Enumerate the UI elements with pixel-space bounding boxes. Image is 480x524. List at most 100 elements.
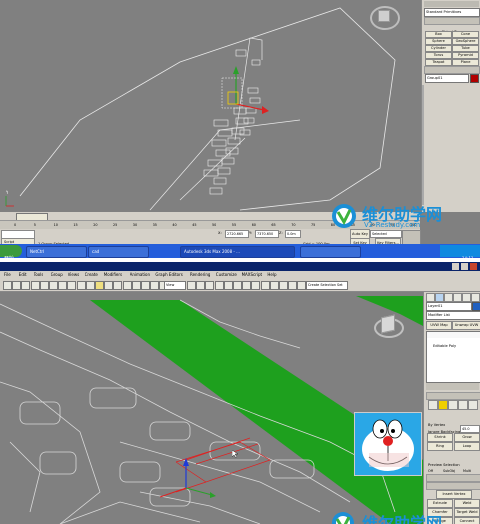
object-name-field[interactable]: Group01 <box>425 74 469 83</box>
shrink-button[interactable]: Shrink <box>427 433 453 442</box>
toolbar-tool-icon[interactable] <box>251 281 261 290</box>
menu-item-graph-editors[interactable]: Graph Editors <box>155 272 182 278</box>
y-coordinate-field[interactable]: 7370.650 <box>255 230 279 238</box>
toolbar-tool-icon[interactable] <box>196 281 206 290</box>
extrude-button[interactable]: Extrude <box>427 499 453 508</box>
preview-subobj-option[interactable]: SubObj <box>443 457 461 473</box>
reference-coord-dropdown[interactable]: View <box>164 281 186 290</box>
toolbar-tool-icon[interactable] <box>39 281 49 290</box>
menu-item-create[interactable]: Create <box>85 272 98 278</box>
weld-button[interactable]: Weld <box>454 499 480 508</box>
autogrid-checkbox[interactable]: AutoGrid <box>434 24 470 40</box>
primitive-button-cylinder[interactable]: Cylinder <box>425 45 452 52</box>
preview-multi-option[interactable]: Multi <box>463 457 479 473</box>
menu-item-help[interactable]: Help <box>267 272 276 278</box>
toolbar-tool-icon[interactable] <box>58 281 68 290</box>
angle-spinner[interactable]: 45.0 <box>460 425 480 433</box>
taskbar-button[interactable]: NetCtrl <box>26 246 87 258</box>
start-button[interactable]: 开始 <box>0 245 22 262</box>
toolbar-tool-icon[interactable] <box>21 281 31 290</box>
stack-controls[interactable] <box>426 383 479 390</box>
window-controls[interactable] <box>452 263 478 270</box>
toolbar-tool-icon[interactable] <box>30 281 40 290</box>
selection-set-field[interactable]: Create Selection Set <box>306 281 348 290</box>
menu-item-tools[interactable]: Tools <box>34 272 44 278</box>
toolbar-tool-icon[interactable] <box>205 281 215 290</box>
motion-tab-icon[interactable] <box>453 293 462 302</box>
toolbar-tool-icon[interactable] <box>288 281 298 290</box>
toolbar-tool-icon[interactable] <box>3 281 12 290</box>
object-color-swatch-bottom[interactable] <box>472 302 480 311</box>
primitive-button-cone[interactable]: Cone <box>452 31 479 38</box>
edit-edges-rollout-title[interactable]: Edit Edges <box>426 482 480 499</box>
toolbar-tool-icon[interactable] <box>141 281 150 290</box>
insert-vertex-button[interactable]: Insert Vertex <box>436 490 472 499</box>
ring-button[interactable]: Ring <box>427 442 453 451</box>
toolbar-tool-icon[interactable] <box>95 281 104 290</box>
utilities-tab-icon[interactable] <box>471 293 480 302</box>
by-angle-option[interactable]: By Angle: <box>428 425 458 441</box>
toolbar-tool-icon[interactable] <box>150 281 160 290</box>
menu-item-edit[interactable]: Edit <box>19 272 27 278</box>
toolbar-tool-icon[interactable] <box>223 281 233 290</box>
ignore-backfacing-option[interactable]: Ignore Backfacing <box>428 418 478 434</box>
primitive-button-tube[interactable]: Tube <box>452 45 479 52</box>
primitive-button-box[interactable]: Box <box>425 31 452 38</box>
primitives-dropdown[interactable]: Standard Primitives <box>424 8 480 17</box>
panel-scrollbar[interactable] <box>422 85 424 205</box>
taskbar-button[interactable]: Autodesk 3ds Max 2008 - ... <box>180 246 295 258</box>
toolbar-tool-icon[interactable] <box>67 281 77 290</box>
toolbar-tool-icon[interactable] <box>122 281 132 290</box>
primitive-button-torus[interactable]: Torus <box>425 52 452 59</box>
taskbar-button[interactable]: cad <box>88 246 149 258</box>
stack-item-editable-poly[interactable]: Editable Poly <box>427 332 480 348</box>
modify-tab-icon[interactable] <box>435 293 444 302</box>
menu-item-rendering[interactable]: Rendering <box>190 272 210 278</box>
unwrap-uvw-button[interactable]: Unwrap UVW <box>452 321 480 330</box>
menu-item-animation[interactable]: Animation <box>130 272 150 278</box>
toolbar-tool-icon[interactable] <box>242 281 252 290</box>
x-coordinate-field[interactable]: 2720.665 <box>225 230 249 238</box>
toolbar-tool-icon[interactable] <box>214 281 224 290</box>
toolbar-tool-icon[interactable] <box>85 281 95 290</box>
modifier-list-dropdown[interactable]: Modifier List <box>426 311 480 320</box>
bottom-viewcube[interactable] <box>372 314 404 340</box>
display-tab-icon[interactable] <box>462 293 471 302</box>
object-name-field-bottom[interactable]: Layer01 <box>426 302 472 311</box>
menu-item-modifiers[interactable]: Modifiers <box>104 272 122 278</box>
menu-item-group[interactable]: Group <box>51 272 63 278</box>
z-coordinate-field[interactable]: 0.0m <box>285 230 301 238</box>
primitive-button-geosphere[interactable]: GeoSphere <box>452 38 479 45</box>
toolbar-tool-icon[interactable] <box>76 281 86 290</box>
create-tab-icon[interactable] <box>426 293 435 302</box>
primitive-button-pyramid[interactable]: Pyramid <box>452 52 479 59</box>
primitive-button-sphere[interactable]: Sphere <box>425 38 452 45</box>
menu-item-views[interactable]: Views <box>68 272 80 278</box>
toolbar-tool-icon[interactable] <box>279 281 288 290</box>
menu-item-maxscript[interactable]: MAXScript <box>242 272 263 278</box>
bottom-viewport[interactable] <box>0 292 423 524</box>
toolbar-tool-icon[interactable] <box>104 281 114 290</box>
name-color-rollout-title[interactable]: Name and Color <box>424 66 480 83</box>
toolbar-tool-icon[interactable] <box>12 281 22 290</box>
toolbar-tool-icon[interactable] <box>131 281 141 290</box>
subobject-level-icons[interactable] <box>428 400 478 410</box>
toolbar-tool-icon[interactable] <box>187 281 196 290</box>
viewcube[interactable] <box>368 4 400 32</box>
uvw-map-button[interactable]: UVW Map <box>426 321 452 330</box>
top-viewport[interactable]: Y <box>0 0 420 212</box>
hierarchy-tab-icon[interactable] <box>444 293 453 302</box>
by-vertex-option[interactable]: By Vertex <box>428 411 478 427</box>
toolbar-tool-icon[interactable] <box>49 281 58 290</box>
preview-off-option[interactable]: Off <box>428 457 442 473</box>
selection-rollout-title[interactable]: Selection <box>426 392 480 409</box>
loop-button[interactable]: Loop <box>454 442 480 451</box>
object-color-swatch[interactable] <box>470 74 479 83</box>
toolbar-tool-icon[interactable] <box>269 281 279 290</box>
menu-item-file[interactable]: File <box>4 272 11 278</box>
toolbar-tool-icon[interactable] <box>260 281 270 290</box>
modifier-stack[interactable]: Editable Poly <box>426 331 480 383</box>
primitive-button-teapot[interactable]: Teapot <box>425 59 452 66</box>
taskbar-button[interactable] <box>300 246 361 258</box>
grow-button[interactable]: Grow <box>454 433 480 442</box>
